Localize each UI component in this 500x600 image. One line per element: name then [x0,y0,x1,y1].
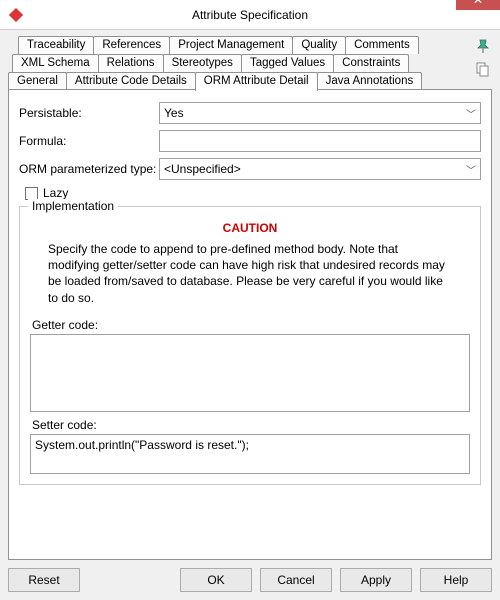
tab-general[interactable]: General [8,72,67,90]
orm-param-label: ORM parameterized type: [19,162,159,176]
getter-code-input[interactable] [30,334,470,412]
tab-traceability[interactable]: Traceability [18,36,94,54]
persistable-combo[interactable]: Yes ﹀ [159,102,481,124]
chevron-down-icon: ﹀ [466,106,476,121]
pin-icon[interactable] [474,38,492,56]
titlebar: Attribute Specification ✕ [0,0,500,30]
orm-param-value: <Unspecified> [164,162,241,176]
reset-button[interactable]: Reset [8,568,80,592]
orm-param-row: ORM parameterized type: <Unspecified> ﹀ [19,158,481,180]
formula-input[interactable] [159,130,481,152]
tab-area: Traceability References Project Manageme… [8,36,492,90]
close-icon: ✕ [473,0,483,7]
getter-label: Getter code: [32,318,470,332]
tab-row-2: XML Schema Relations Stereotypes Tagged … [12,54,470,72]
formula-row: Formula: [19,130,481,152]
tab-orm-attribute-detail[interactable]: ORM Attribute Detail [195,72,318,91]
caution-heading: CAUTION [30,221,470,235]
button-bar: Reset OK Cancel Apply Help [8,560,492,592]
tab-row-1: Traceability References Project Manageme… [18,36,470,54]
tab-relations[interactable]: Relations [98,54,164,72]
lazy-label: Lazy [43,186,68,200]
setter-label: Setter code: [32,418,470,432]
tab-java-annotations[interactable]: Java Annotations [317,72,423,90]
cancel-button[interactable]: Cancel [260,568,332,592]
setter-value: System.out.println("Password is reset.")… [35,438,249,452]
formula-label: Formula: [19,134,159,148]
persistable-value: Yes [164,106,184,120]
window-title: Attribute Specification [0,8,500,22]
tab-references[interactable]: References [93,36,170,54]
lazy-row: Lazy [25,186,481,200]
tab-xml-schema[interactable]: XML Schema [12,54,99,72]
ok-button[interactable]: OK [180,568,252,592]
side-icons [474,36,492,78]
app-icon [8,7,24,23]
help-button[interactable]: Help [420,568,492,592]
tab-stack: Traceability References Project Manageme… [8,36,470,90]
setter-code-input[interactable]: System.out.println("Password is reset.")… [30,434,470,474]
dialog-body: Traceability References Project Manageme… [0,30,500,600]
copy-icon[interactable] [474,60,492,78]
implementation-group-title: Implementation [28,199,118,213]
chevron-down-icon: ﹀ [466,162,476,177]
close-button[interactable]: ✕ [456,0,500,10]
tab-comments[interactable]: Comments [345,36,419,54]
tab-constraints[interactable]: Constraints [333,54,409,72]
lazy-checkbox[interactable] [25,187,38,200]
persistable-row: Persistable: Yes ﹀ [19,102,481,124]
implementation-group: Implementation CAUTION Specify the code … [19,206,481,485]
orm-param-combo[interactable]: <Unspecified> ﹀ [159,158,481,180]
persistable-label: Persistable: [19,106,159,120]
tab-tagged-values[interactable]: Tagged Values [241,54,334,72]
apply-button[interactable]: Apply [340,568,412,592]
tab-attribute-code-details[interactable]: Attribute Code Details [66,72,196,90]
tab-stereotypes[interactable]: Stereotypes [163,54,242,72]
tab-content: + Persistable: Yes ﹀ Formula: ORM parame… [8,89,492,560]
tab-quality[interactable]: Quality [292,36,346,54]
caution-text: Specify the code to append to pre-define… [30,241,470,306]
tab-row-3: General Attribute Code Details ORM Attri… [8,72,470,90]
tab-project-management[interactable]: Project Management [169,36,293,54]
